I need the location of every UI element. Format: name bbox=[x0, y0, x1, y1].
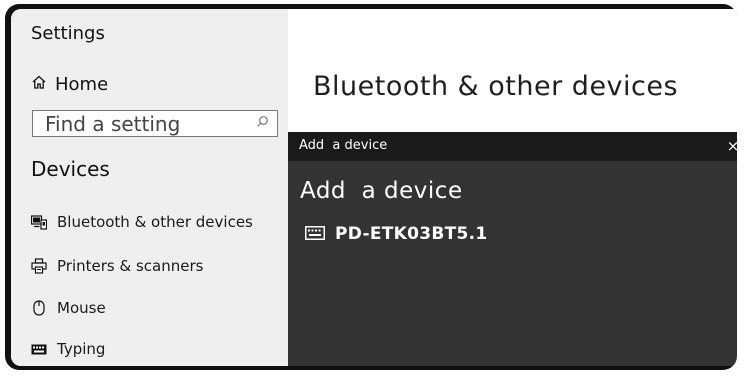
home-icon bbox=[31, 74, 47, 94]
device-frame: Settings Home Find a setting Devices Blu… bbox=[5, 4, 737, 370]
sidebar-item-bluetooth[interactable]: Bluetooth & other devices bbox=[31, 208, 253, 236]
add-device-dialog: Add a device × Add a device PD-ETK03BT5.… bbox=[288, 132, 737, 366]
sidebar-item-printers[interactable]: Printers & scanners bbox=[31, 252, 203, 280]
mouse-icon bbox=[31, 300, 47, 316]
bluetooth-devices-icon bbox=[31, 214, 47, 230]
sidebar-item-typing[interactable]: Typing bbox=[31, 335, 105, 363]
printer-icon bbox=[31, 258, 47, 274]
settings-window: Settings Home Find a setting Devices Blu… bbox=[11, 9, 737, 366]
search-input[interactable] bbox=[45, 111, 255, 136]
page-title: Bluetooth & other devices bbox=[313, 71, 679, 102]
sidebar-item-label: Typing bbox=[57, 340, 106, 358]
sidebar: Settings Home Find a setting Devices Blu… bbox=[11, 9, 288, 366]
device-name: PD-ETK03BT5.1 bbox=[335, 224, 488, 244]
home-nav-item[interactable]: Home bbox=[31, 71, 108, 97]
dialog-titlebar-text: Add a device bbox=[299, 138, 388, 153]
home-label: Home bbox=[55, 73, 109, 95]
keyboard-icon bbox=[305, 225, 325, 244]
keyboard-icon bbox=[31, 344, 47, 355]
dialog-heading: Add a device bbox=[300, 178, 463, 204]
search-box[interactable] bbox=[32, 110, 278, 137]
close-icon[interactable]: × bbox=[722, 135, 737, 157]
search-icon[interactable] bbox=[256, 115, 269, 132]
app-title: Settings bbox=[31, 23, 105, 44]
sidebar-item-label: Printers & scanners bbox=[57, 257, 204, 275]
sidebar-item-label: Mouse bbox=[57, 299, 106, 317]
sidebar-item-mouse[interactable]: Mouse bbox=[31, 294, 106, 322]
section-heading-devices: Devices bbox=[31, 157, 110, 181]
dialog-titlebar[interactable]: Add a device × bbox=[288, 132, 737, 161]
device-list-item[interactable]: PD-ETK03BT5.1 bbox=[305, 221, 488, 247]
sidebar-item-label: Bluetooth & other devices bbox=[57, 213, 253, 231]
